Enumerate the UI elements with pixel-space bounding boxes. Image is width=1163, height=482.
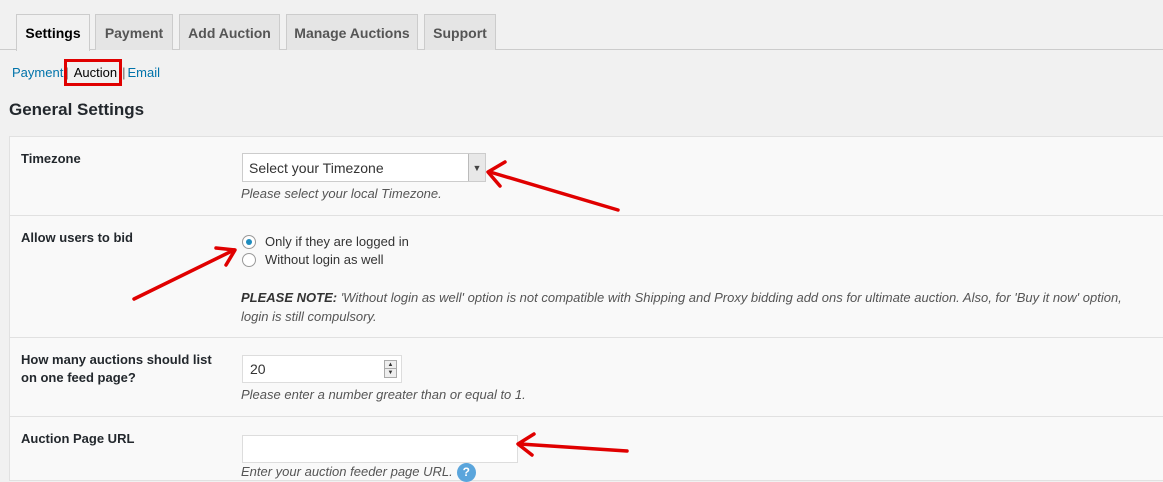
subnav-separator: | — [122, 65, 126, 80]
timezone-select[interactable]: Select your Timezone ▼ — [242, 153, 486, 182]
feed-count-label: How many auctions should list on one fee… — [21, 352, 212, 385]
tab-support[interactable]: Support — [424, 14, 496, 50]
chevron-down-icon[interactable]: ▼ — [468, 154, 485, 181]
subnav-email-link[interactable]: Email — [127, 65, 160, 80]
radio-option-logged-in[interactable]: Only if they are logged in — [242, 234, 409, 249]
timezone-label: Timezone — [21, 151, 81, 166]
timezone-row: Timezone Select your Timezone ▼ Please s… — [10, 137, 1163, 216]
spinner-down-icon[interactable]: ▼ — [385, 369, 396, 377]
feed-count-description: Please enter a number greater than or eq… — [241, 387, 526, 402]
tab-add-auction[interactable]: Add Auction — [179, 14, 280, 50]
feed-count-input[interactable]: 20 ▲ ▼ — [242, 355, 402, 383]
tab-manage-auctions[interactable]: Manage Auctions — [286, 14, 418, 50]
login-note: PLEASE NOTE: 'Without login as well' opt… — [241, 288, 1141, 326]
radio-label-logged-in: Only if they are logged in — [265, 234, 409, 249]
auction-page-url-description-text: Enter your auction feeder page URL. — [241, 463, 453, 479]
radio-label-without-login: Without login as well — [265, 252, 384, 267]
number-spinner[interactable]: ▲ ▼ — [384, 360, 397, 378]
page-title: General Settings — [9, 100, 145, 119]
feed-count-row: How many auctions should list on one fee… — [10, 338, 1163, 417]
help-icon[interactable]: ? — [456, 463, 476, 482]
allow-bid-row: Allow users to bid Only if they are logg… — [10, 216, 1163, 338]
tab-payment[interactable]: Payment — [95, 14, 173, 50]
timezone-description: Please select your local Timezone. — [241, 186, 442, 201]
subnav-payment-link[interactable]: Payment — [12, 65, 63, 80]
auction-page-url-row: Auction Page URL Enter your auction feed… — [10, 417, 1163, 482]
timezone-selected-value: Select your Timezone — [249, 159, 384, 176]
spinner-up-icon[interactable]: ▲ — [385, 361, 396, 369]
radio-unchecked-icon[interactable] — [242, 252, 256, 267]
allow-bid-label: Allow users to bid — [21, 230, 133, 245]
tab-bar: Settings Payment Add Auction Manage Auct… — [0, 0, 1163, 51]
radio-checked-icon[interactable] — [242, 234, 256, 249]
note-prefix: PLEASE NOTE: — [241, 290, 338, 305]
radio-option-without-login[interactable]: Without login as well — [242, 252, 384, 267]
auction-page-url-description: Enter your auction feeder page URL.? — [241, 463, 476, 482]
annotation-highlight-box — [64, 59, 122, 86]
note-text: 'Without login as well' option is not co… — [241, 290, 1122, 324]
tab-settings[interactable]: Settings — [16, 14, 90, 51]
feed-count-value: 20 — [250, 361, 266, 377]
settings-form: Timezone Select your Timezone ▼ Please s… — [9, 136, 1163, 482]
auction-page-url-label: Auction Page URL — [21, 431, 135, 446]
auction-page-url-input[interactable] — [242, 435, 518, 463]
